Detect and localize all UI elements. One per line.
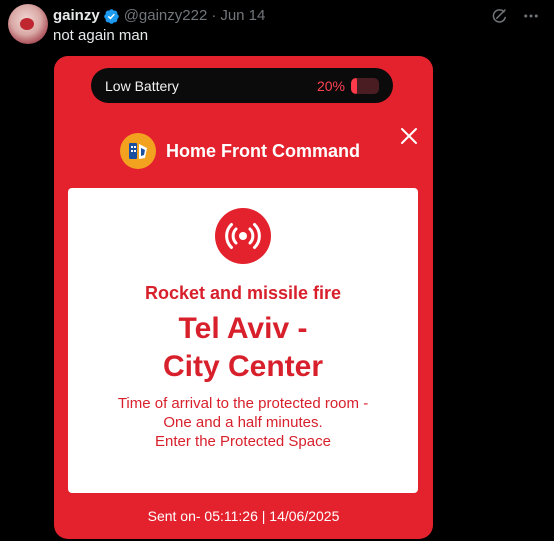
tweet-date[interactable]: Jun 14 <box>220 7 265 25</box>
sent-on-timestamp: Sent on- 05:11:26 | 14/06/2025 <box>147 508 340 524</box>
battery-label: Low Battery <box>105 77 179 94</box>
low-battery-banner: Low Battery 20% <box>91 68 393 103</box>
app-title: Home Front Command <box>166 140 361 161</box>
battery-icon <box>351 77 379 94</box>
close-icon[interactable] <box>399 126 419 146</box>
tweet-header: gainzy @gainzy222 · Jun 14 <box>53 7 265 25</box>
alert-location: Tel Aviv - City Center <box>68 310 418 386</box>
tweet-text: not again man <box>53 27 149 44</box>
alert-location-line: City Center <box>162 350 324 383</box>
alert-type: Rocket and missile fire <box>144 283 342 303</box>
user-handle[interactable]: @gainzy222 <box>124 7 208 25</box>
tweet-media-alert-screenshot[interactable]: Low Battery 20% Home Front Command Rocke… <box>54 56 433 539</box>
more-icon[interactable] <box>522 7 540 25</box>
app-header: Home Front Command <box>120 133 360 169</box>
instruction-line: Enter the Protected Space <box>155 433 331 450</box>
tweet-actions <box>490 6 540 26</box>
tweet-page: gainzy @gainzy222 · Jun 14 not again man… <box>0 0 554 541</box>
alert-location-line: Tel Aviv - <box>178 312 308 345</box>
battery-percent: 20% <box>316 77 345 94</box>
home-front-command-logo-icon <box>120 133 156 169</box>
verified-badge-icon <box>103 8 120 25</box>
display-name[interactable]: gainzy <box>53 7 100 25</box>
alert-broadcast-icon <box>215 208 271 264</box>
avatar[interactable] <box>8 4 48 44</box>
alert-instructions: Time of arrival to the protected room - … <box>68 394 418 451</box>
separator-dot: · <box>211 7 217 24</box>
instruction-line: Time of arrival to the protected room - <box>117 395 369 412</box>
grok-icon[interactable] <box>490 7 508 25</box>
instruction-line: One and a half minutes. <box>163 414 323 431</box>
alert-card: Rocket and missile fire Tel Aviv - City … <box>68 188 418 493</box>
